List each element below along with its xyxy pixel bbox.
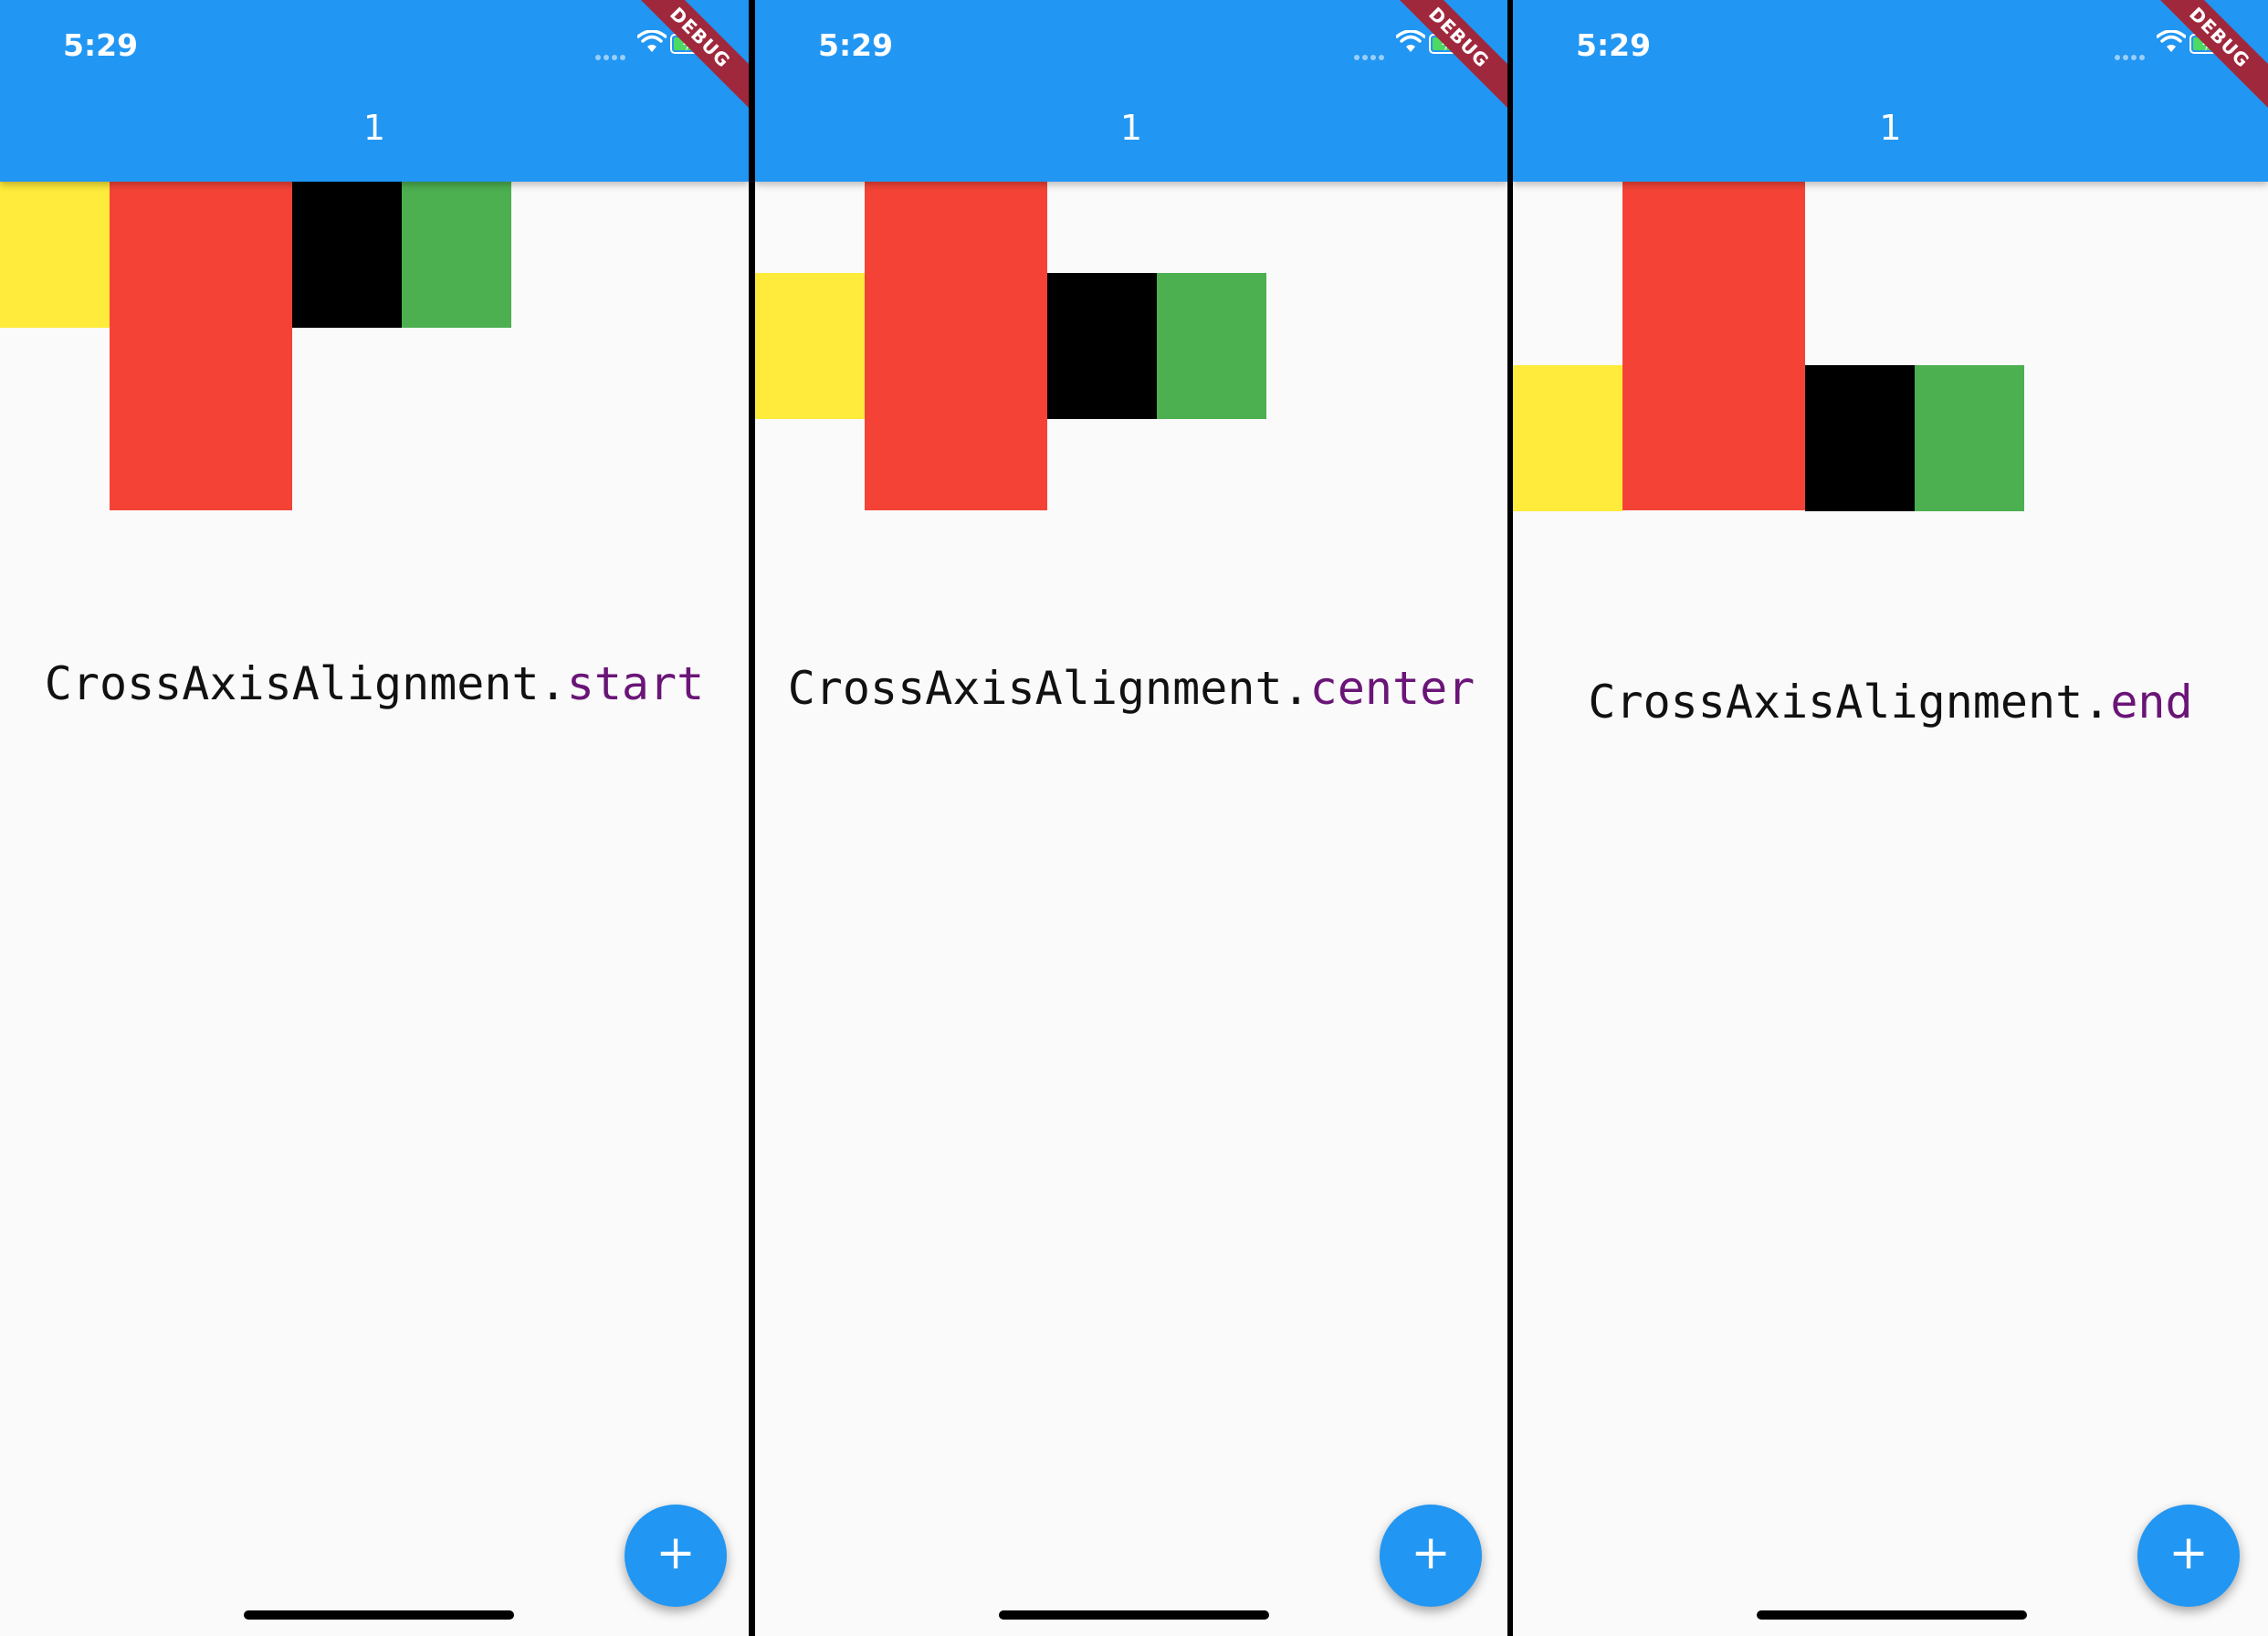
caption-enum-value: start bbox=[566, 657, 705, 710]
alignment-caption: CrossAxisAlignment.start bbox=[0, 657, 749, 710]
cellular-signal-icon bbox=[595, 48, 630, 60]
wifi-icon bbox=[637, 30, 667, 52]
green-box bbox=[1915, 365, 2024, 511]
home-indicator[interactable] bbox=[1757, 1610, 2027, 1620]
yellow-box bbox=[0, 182, 110, 328]
status-time: 5:29 bbox=[818, 27, 894, 63]
phone-screen-end: 5:29 1 DEBUG CrossAxisAlignment.end + bbox=[1513, 0, 2268, 1636]
status-time: 5:29 bbox=[1576, 27, 1652, 63]
add-fab-button[interactable]: + bbox=[1380, 1505, 1482, 1607]
wifi-icon bbox=[2157, 30, 2186, 52]
app-bar-title: 1 bbox=[1879, 108, 1902, 148]
red-box bbox=[110, 182, 292, 510]
add-fab-button[interactable]: + bbox=[625, 1505, 727, 1607]
alignment-caption: CrossAxisAlignment.end bbox=[1513, 676, 2268, 729]
black-box bbox=[292, 182, 402, 328]
alignment-caption: CrossAxisAlignment.center bbox=[755, 662, 1507, 715]
cellular-signal-icon bbox=[1354, 48, 1389, 60]
yellow-box bbox=[1513, 365, 1622, 511]
app-bar-title: 1 bbox=[1119, 108, 1143, 148]
caption-class-name: CrossAxisAlignment. bbox=[1588, 676, 2111, 729]
caption-enum-value: center bbox=[1309, 662, 1475, 715]
app-bar: 5:29 1 DEBUG bbox=[755, 0, 1507, 182]
red-box bbox=[1622, 182, 1805, 510]
green-box bbox=[402, 182, 511, 328]
phone-screen-center: 5:29 1 DEBUG CrossAxisAlignment.center + bbox=[755, 0, 1507, 1636]
phone-screen-start: 5:29 1 DEBUG CrossAxisAlignment.start + bbox=[0, 0, 749, 1636]
home-indicator[interactable] bbox=[244, 1610, 514, 1620]
wifi-icon bbox=[1396, 30, 1425, 52]
black-box bbox=[1047, 273, 1157, 419]
caption-class-name: CrossAxisAlignment. bbox=[787, 662, 1310, 715]
debug-banner: DEBUG bbox=[2134, 0, 2268, 123]
black-box bbox=[1805, 365, 1915, 511]
app-bar: 5:29 1 DEBUG bbox=[0, 0, 749, 182]
cellular-signal-icon bbox=[2115, 48, 2149, 60]
red-box bbox=[865, 182, 1047, 510]
add-fab-button[interactable]: + bbox=[2137, 1505, 2240, 1607]
status-time: 5:29 bbox=[63, 27, 139, 63]
yellow-box bbox=[755, 273, 865, 419]
green-box bbox=[1157, 273, 1266, 419]
caption-class-name: CrossAxisAlignment. bbox=[44, 657, 567, 710]
debug-banner: DEBUG bbox=[1373, 0, 1507, 123]
home-indicator[interactable] bbox=[999, 1610, 1269, 1620]
app-bar-title: 1 bbox=[362, 108, 386, 148]
debug-banner: DEBUG bbox=[614, 0, 749, 123]
app-bar: 5:29 1 DEBUG bbox=[1513, 0, 2268, 182]
caption-enum-value: end bbox=[2110, 676, 2193, 729]
